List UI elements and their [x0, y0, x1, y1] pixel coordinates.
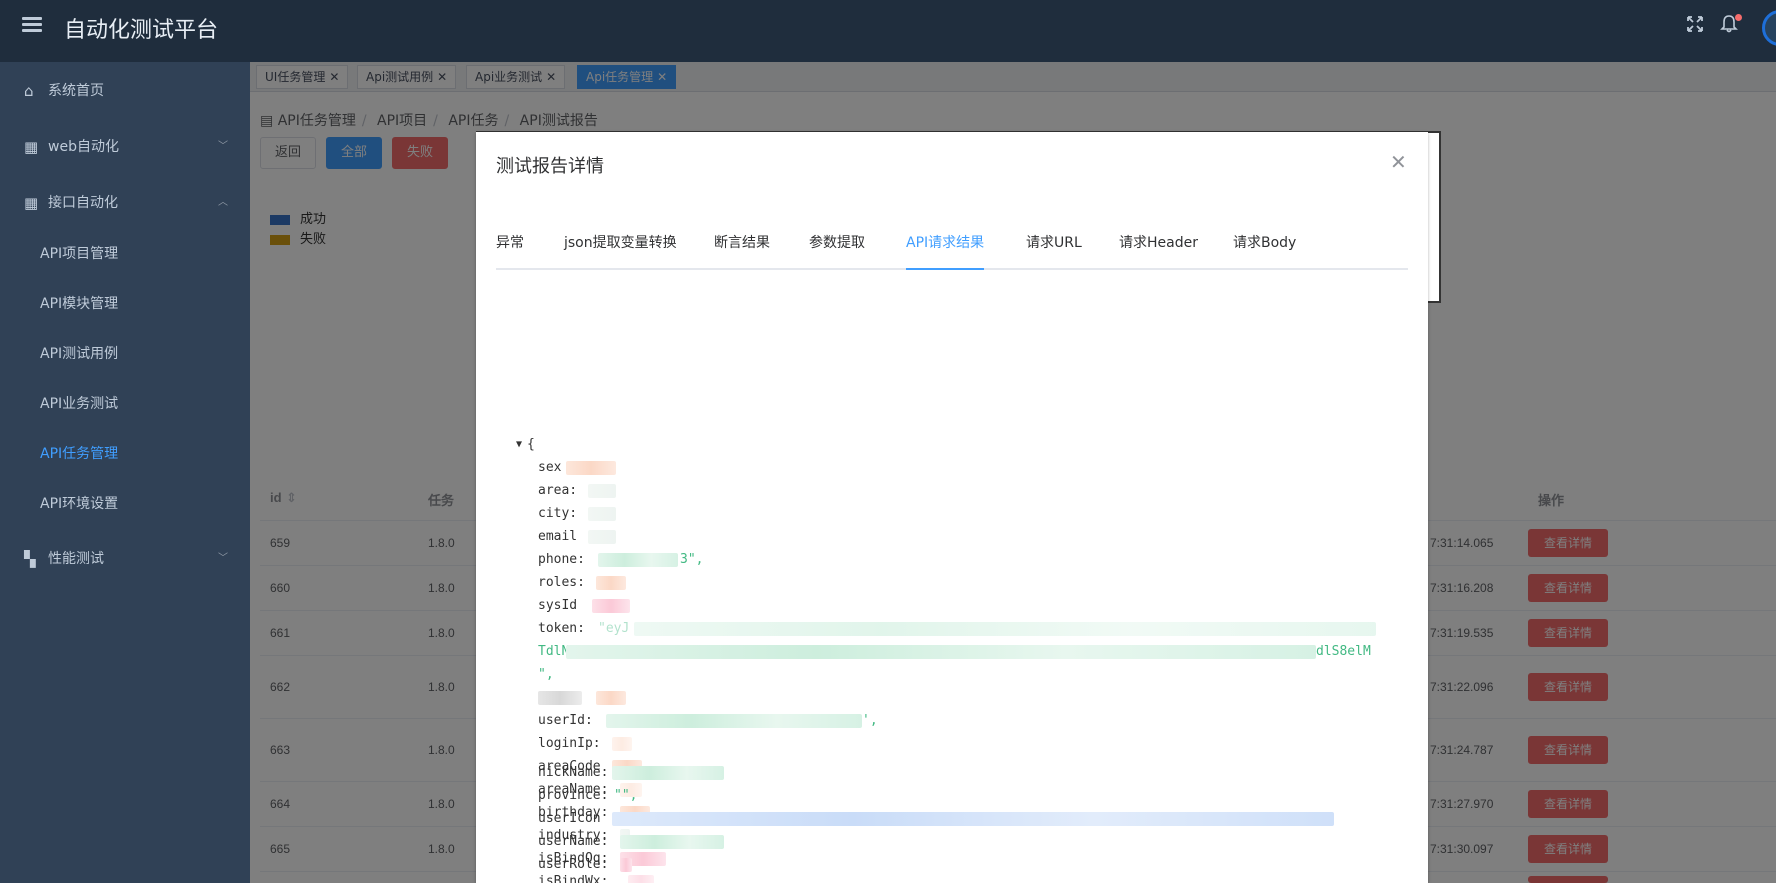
sidebar-item-api-module[interactable]: API模块管理: [0, 282, 250, 326]
bell-icon[interactable]: [1716, 14, 1742, 40]
avatar[interactable]: [1762, 10, 1776, 46]
modal-tabs: 异常 json提取变量转换 断言结果 参数提取 API请求结果 请求URL 请求…: [496, 228, 1408, 270]
sidebar-item-api-task[interactable]: API任务管理: [0, 432, 250, 476]
tab-assertion[interactable]: 断言结果: [714, 228, 770, 268]
hamburger-menu-icon[interactable]: [22, 17, 42, 33]
home-icon: ⌂: [24, 82, 34, 100]
sidebar-item-api-project[interactable]: API项目管理: [0, 232, 250, 276]
redacted-value: [612, 766, 724, 780]
top-header: 自动化测试平台: [0, 0, 1776, 62]
modal-title: 测试报告详情: [496, 156, 604, 177]
tab-json-extract[interactable]: json提取变量转换: [564, 228, 677, 268]
chevron-up-icon: ︿: [218, 197, 228, 208]
tab-api-result[interactable]: API请求结果: [906, 228, 985, 270]
sidebar-item-api-env[interactable]: API环境设置: [0, 482, 250, 526]
sidebar-item-web-automation[interactable]: ▦ web自动化 ﹀: [0, 123, 250, 171]
chevron-down-icon: ﹀: [218, 141, 228, 152]
grid-icon: ▦: [24, 138, 39, 156]
notification-dot: [1735, 14, 1742, 21]
fullscreen-icon[interactable]: [1682, 14, 1708, 40]
redacted-value: [620, 858, 632, 872]
tab-param-extract[interactable]: 参数提取: [809, 228, 865, 268]
tab-request-header[interactable]: 请求Header: [1119, 228, 1198, 268]
tab-request-url[interactable]: 请求URL: [1026, 228, 1082, 268]
json-viewer-tail: nickName: province: "", userIcon userName…: [516, 302, 1376, 883]
tab-request-body[interactable]: 请求Body: [1233, 228, 1296, 268]
redacted-value: [620, 835, 724, 849]
dashboard-icon: ▚: [24, 550, 36, 568]
sidebar-item-home[interactable]: ⌂ 系统首页: [0, 67, 250, 115]
sidebar: ⌂ 系统首页 ▦ web自动化 ﹀ ▦ 接口自动化 ︿ API项目管理 API模…: [0, 62, 250, 883]
sidebar-item-api-testcase[interactable]: API测试用例: [0, 332, 250, 376]
sidebar-item-performance[interactable]: ▚ 性能测试 ﹀: [0, 535, 250, 583]
redacted-value: [612, 812, 1334, 826]
sidebar-item-api-business[interactable]: API业务测试: [0, 382, 250, 426]
chevron-down-icon: ﹀: [218, 553, 228, 564]
close-icon[interactable]: ✕: [1390, 150, 1407, 175]
sidebar-item-api-automation[interactable]: ▦ 接口自动化 ︿: [0, 179, 250, 227]
tab-exception[interactable]: 异常: [496, 228, 524, 268]
app-title: 自动化测试平台: [64, 18, 219, 43]
grid-icon: ▦: [24, 194, 39, 212]
